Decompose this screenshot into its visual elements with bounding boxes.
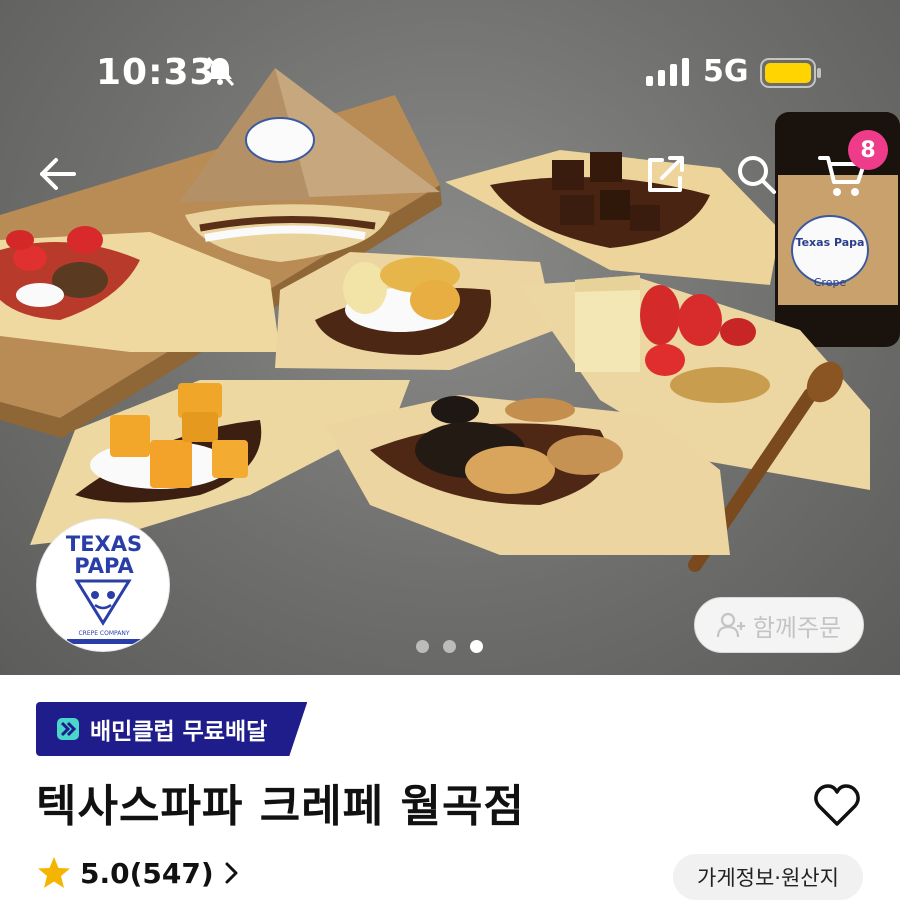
club-logo-icon	[56, 717, 80, 741]
store-hero-photo[interactable]: Texas Papa Crepe 10:33 5G 8 TEXAS PAPA C…	[0, 0, 900, 675]
club-badge-label: 배민클럽 무료배달	[90, 719, 268, 745]
star-icon	[38, 857, 70, 888]
battery-icon	[760, 58, 821, 88]
logo-sub: CREPE COMPANY	[78, 630, 129, 637]
cart-count-badge: 8	[848, 130, 888, 170]
logo-line2: PAPA	[74, 554, 134, 578]
share-icon[interactable]	[644, 152, 688, 196]
cup-sub-text: Crepe	[814, 276, 847, 289]
carousel-dot[interactable]	[416, 640, 429, 653]
back-arrow-icon[interactable]	[36, 152, 80, 196]
rating-value: 5.0(547)	[80, 856, 214, 890]
cup-brand-text: Texas Papa	[796, 236, 865, 249]
carousel-dot[interactable]	[443, 640, 456, 653]
logo-line1: TEXAS	[66, 532, 142, 556]
status-time: 10:33	[96, 52, 216, 93]
search-icon[interactable]	[734, 152, 778, 196]
carousel-dot-active[interactable]	[470, 640, 483, 653]
together-order-button[interactable]: 함께주문	[694, 597, 864, 653]
bell-muted-icon	[206, 56, 235, 87]
add-person-icon	[716, 612, 745, 638]
signal-icon	[646, 58, 689, 86]
favorite-heart-icon[interactable]	[812, 780, 862, 830]
rating-link[interactable]: 5.0(547)	[36, 856, 242, 890]
together-order-label: 함께주문	[752, 613, 842, 642]
carousel-indicator	[416, 640, 483, 653]
store-info-button[interactable]: 가게정보·원산지	[673, 854, 863, 900]
store-title: 텍사스파파 크레페 월곡점	[36, 781, 525, 832]
chevron-right-icon	[225, 862, 238, 884]
store-logo: TEXAS PAPA CREPE COMPANY	[36, 518, 170, 652]
network-label: 5G	[703, 54, 749, 89]
baemin-club-badge: 배민클럽 무료배달	[36, 702, 307, 756]
